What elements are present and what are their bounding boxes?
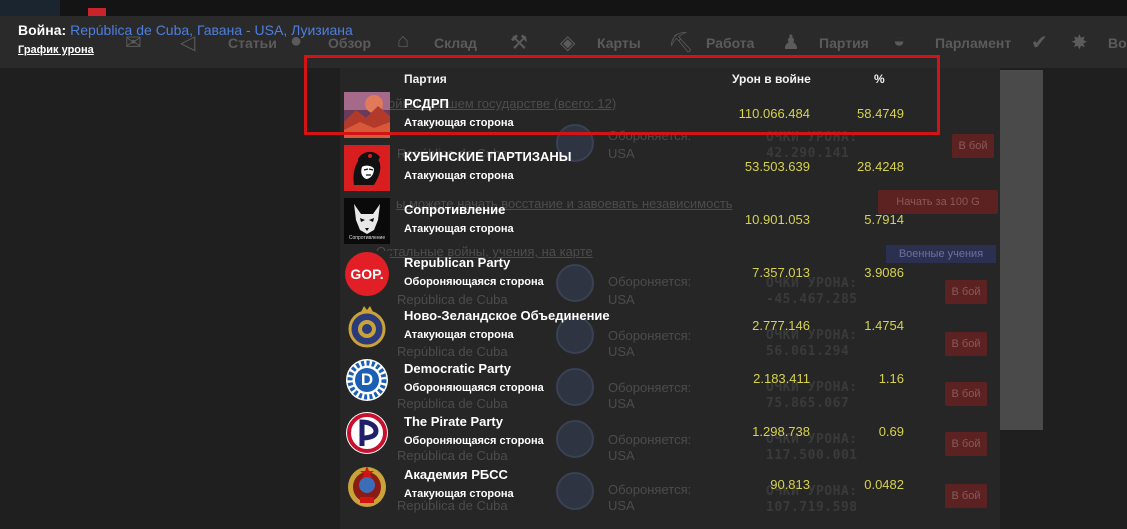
table-row: Академия РБСС Атакующая сторона 90.813 0…: [344, 463, 924, 513]
party-side: Атакующая сторона: [404, 170, 514, 182]
nav-wars[interactable]: Во: [1108, 35, 1127, 51]
war-label: Война:: [18, 22, 67, 38]
party-percent: 0.69: [878, 424, 904, 439]
party-percent: 1.16: [878, 371, 904, 386]
party-name[interactable]: Democratic Party: [404, 361, 511, 376]
party-percent: 3.9086: [864, 265, 904, 280]
table-row: The Pirate Party Обороняющаяся сторона 1…: [344, 410, 924, 460]
party-damage: 90.813: [770, 477, 810, 492]
party-damage: 2.777.146: [752, 318, 810, 333]
party-damage: 2.183.411: [753, 371, 810, 386]
nav-storage[interactable]: Склад: [434, 35, 477, 51]
party-icon[interactable]: ♟: [782, 30, 800, 55]
party-name[interactable]: The Pirate Party: [404, 414, 503, 429]
parliament-icon[interactable]: ◒: [893, 30, 905, 53]
party-damage: 7.357.013: [752, 265, 810, 280]
fight-button[interactable]: В бой: [945, 484, 987, 508]
pirate-party-logo: [344, 410, 390, 456]
war-title: Война: República de Cuba, Гавана - USA, …: [18, 22, 353, 38]
party-side: Атакующая сторона: [404, 329, 514, 341]
hammer-icon[interactable]: ⚒: [510, 30, 528, 55]
party-percent: 0.0482: [864, 477, 904, 492]
party-side: Атакующая сторона: [404, 223, 514, 235]
democratic-logo: D: [344, 357, 390, 403]
nav-party[interactable]: Партия: [819, 35, 869, 51]
fight-button[interactable]: В бой: [945, 332, 987, 356]
crest-logo: [344, 304, 390, 350]
party-name[interactable]: Сопротивление: [404, 202, 505, 217]
party-name[interactable]: Академия РБСС: [404, 467, 508, 482]
party-damage: 1.298.738: [752, 424, 810, 439]
wolf-logo: Сопротивление: [344, 198, 390, 244]
che-guevara-logo: [344, 145, 390, 191]
party-percent: 5.7914: [864, 212, 904, 227]
highlight-box: [304, 55, 940, 135]
fight-button[interactable]: В бой: [952, 134, 994, 158]
party-side: Обороняющаяся сторона: [404, 276, 544, 288]
storage-icon[interactable]: ⌂: [397, 30, 409, 53]
explosion-icon[interactable]: ✸: [1071, 30, 1088, 55]
party-name[interactable]: Republican Party: [404, 255, 510, 270]
damage-graph-link[interactable]: График урона: [18, 44, 94, 56]
check-icon[interactable]: ✔: [1031, 30, 1048, 55]
nav-work[interactable]: Работа: [706, 35, 754, 51]
table-row: Ново-Зеландское Объединение Атакующая ст…: [344, 304, 924, 354]
party-percent: 1.4754: [864, 318, 904, 333]
gop-logo: GOP.: [344, 251, 390, 297]
party-name[interactable]: Ново-Зеландское Объединение: [404, 308, 610, 323]
party-name[interactable]: КУБИНСКИЕ ПАРТИЗАНЫ: [404, 149, 572, 164]
democratic-logo-text: D: [360, 370, 374, 389]
soviet-emblem-logo: [344, 463, 390, 509]
nav-maps[interactable]: Карты: [597, 35, 641, 51]
wolf-logo-caption: Сопротивление: [348, 235, 386, 241]
party-side: Обороняющаяся сторона: [404, 382, 544, 394]
party-side: Обороняющаяся сторона: [404, 435, 544, 447]
table-row: КУБИНСКИЕ ПАРТИЗАНЫ Атакующая сторона 53…: [344, 145, 924, 195]
party-percent: 28.4248: [857, 159, 904, 174]
fight-button[interactable]: В бой: [945, 432, 987, 456]
war-link[interactable]: República de Cuba, Гавана - USA, Луизиан…: [70, 22, 353, 38]
party-damage: 53.503.639: [744, 159, 810, 174]
table-row: Сопротивление Сопротивление Атакующая ст…: [344, 198, 924, 248]
party-side: Атакующая сторона: [404, 488, 514, 500]
nav-parliament[interactable]: Парламент: [935, 35, 1011, 51]
party-damage: 10.901.053: [744, 212, 810, 227]
fight-button[interactable]: В бой: [945, 280, 987, 304]
gop-logo-text: GOP.: [350, 266, 384, 282]
fight-button[interactable]: В бой: [945, 382, 987, 406]
table-row: D Democratic Party Обороняющаяся сторона…: [344, 357, 924, 407]
map-icon[interactable]: ◈: [560, 30, 575, 55]
top-bar: [0, 0, 1127, 16]
table-row: GOP. Republican Party Обороняющаяся стор…: [344, 251, 924, 301]
pickaxe-icon[interactable]: ⛏: [668, 30, 693, 55]
scrollbar[interactable]: [1000, 70, 1043, 430]
